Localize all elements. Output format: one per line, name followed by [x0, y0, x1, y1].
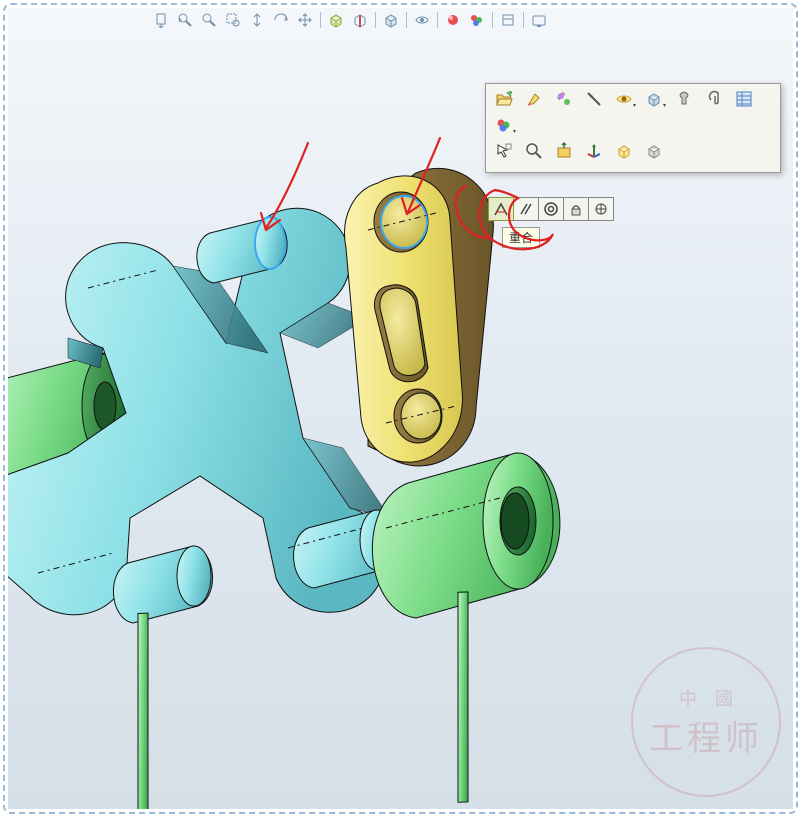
display-style-icon[interactable] [327, 11, 345, 29]
isolate-icon[interactable] [642, 140, 666, 162]
parallel-mate-icon[interactable] [513, 197, 539, 221]
highlight-icon[interactable] [522, 88, 546, 110]
context-row-1: ▾ ▾ [492, 88, 774, 110]
separator [320, 12, 321, 28]
separator [375, 12, 376, 28]
section-view-icon[interactable] [351, 11, 369, 29]
zoom-fit-icon[interactable] [200, 11, 218, 29]
distance-mate-icon[interactable] [588, 197, 614, 221]
normal-to-icon[interactable] [552, 140, 576, 162]
separator [406, 12, 407, 28]
zoom-to-selection-icon[interactable] [522, 140, 546, 162]
mate-tooltip: 重合 [502, 227, 540, 248]
select-component-icon[interactable] [492, 140, 516, 162]
rotate-icon[interactable] [272, 11, 290, 29]
select-other-icon[interactable] [582, 88, 606, 110]
part-green-rod-right[interactable] [458, 592, 468, 802]
appearance-icon[interactable] [468, 11, 486, 29]
move-triad-icon[interactable] [582, 140, 606, 162]
view-settings-icon[interactable] [499, 11, 517, 29]
open-part-icon[interactable] [492, 88, 516, 110]
viewport-3d[interactable]: ▾ ▾ ▾ 重合 [8, 8, 793, 809]
separator [437, 12, 438, 28]
part-green-rod-left[interactable] [138, 613, 148, 809]
scene-edit-icon[interactable] [444, 11, 462, 29]
context-row-2: ▾ [492, 114, 774, 136]
zoom-area-icon[interactable] [224, 11, 242, 29]
front-view-icon[interactable] [152, 11, 170, 29]
show-hidden-icon[interactable]: ▾ [612, 88, 636, 110]
screen-capture-icon[interactable] [530, 11, 548, 29]
appearances-icon[interactable]: ▾ [492, 114, 516, 136]
attachment-icon[interactable] [702, 88, 726, 110]
mate-toolbar [488, 197, 614, 221]
context-row-3 [492, 140, 774, 162]
pan-icon[interactable] [296, 11, 314, 29]
zoom-dynamic-icon[interactable] [248, 11, 266, 29]
cyan-pin-left[interactable] [113, 546, 212, 623]
hud-view-toolbar [148, 9, 552, 31]
hide-show-icon[interactable] [413, 11, 431, 29]
part-yellow-link[interactable] [345, 168, 494, 466]
properties-icon[interactable] [732, 88, 756, 110]
fixed-icon[interactable] [672, 88, 696, 110]
lock-mate-icon[interactable] [563, 197, 589, 221]
show-icon[interactable] [612, 140, 636, 162]
perspective-icon[interactable] [382, 11, 400, 29]
previous-view-icon[interactable] [176, 11, 194, 29]
coincident-mate-icon[interactable] [488, 197, 514, 221]
separator [523, 12, 524, 28]
separator [492, 12, 493, 28]
measure-icon[interactable] [552, 88, 576, 110]
concentric-mate-icon[interactable] [538, 197, 564, 221]
context-selection-panel: ▾ ▾ ▾ [485, 83, 781, 173]
change-transparency-icon[interactable]: ▾ [642, 88, 666, 110]
